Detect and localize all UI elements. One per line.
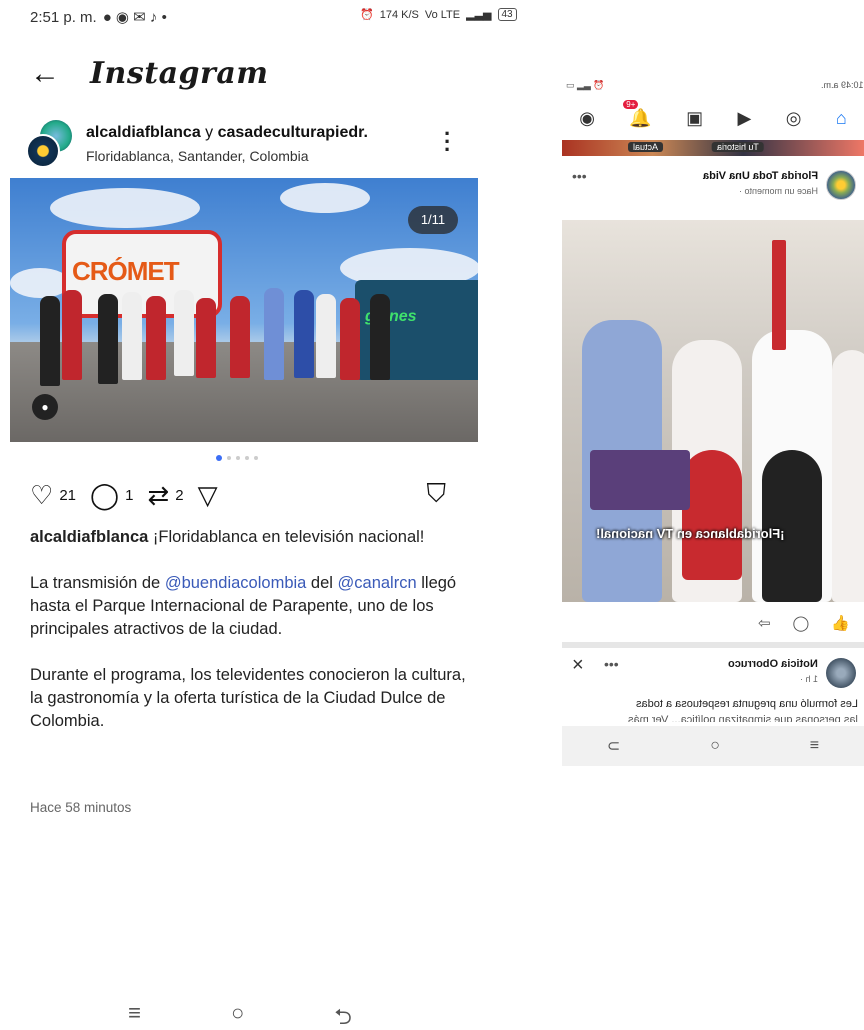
carousel-dot [236, 456, 240, 460]
repost-count: 2 [175, 486, 184, 504]
close-icon[interactable]: × [572, 654, 584, 677]
post-image[interactable]: CRÓMET gíones 1/11 ● [10, 178, 478, 442]
fb-post2-author[interactable]: Noticia Oborruco [728, 658, 818, 670]
feed-divider [562, 642, 864, 648]
mirrored-phone-screenshot: ▭ ▂▃ ⏰ 10:49 a.m. ◉ 🔔 9+ ▣ ▶ ◎ ⌂ Tu histo… [562, 76, 864, 766]
avatar-tab-icon[interactable]: ◉ [579, 108, 595, 129]
story-label-2[interactable]: Actual [628, 142, 664, 152]
author-link-secondary[interactable]: casadeculturapiedr. [218, 124, 368, 141]
post-actions: ♡ 21 ◯ 1 ⇄ 2 ▽ ⛉ [30, 480, 460, 510]
send-icon: ▽ [197, 480, 218, 510]
comment-icon[interactable]: ◯ [793, 614, 810, 632]
system-nav-bar: ≡ ○ ⮌ [0, 1000, 480, 1030]
fb-post-time: Hace un momento · [738, 186, 818, 196]
caption-p2-mid: del [306, 574, 338, 592]
post-caption: alcaldiafblanca ¡Floridablanca en televi… [30, 526, 470, 733]
home-icon[interactable]: ○ [710, 737, 720, 755]
status-bar-right: ⏰ 174 K/S Vo LTE ▂▃▅ 43 [360, 8, 517, 21]
video-icon[interactable]: ▶ [738, 108, 752, 129]
back-icon[interactable]: ⊂ [607, 736, 620, 756]
avatar[interactable] [26, 120, 74, 168]
save-button[interactable]: ⛉ [426, 480, 446, 506]
network-speed: 174 K/S [379, 8, 419, 21]
app-header: ← Instagram [30, 56, 269, 91]
more-vertical-icon[interactable]: · · · [444, 123, 451, 161]
fb-tab-bar: ◉ 🔔 9+ ▣ ▶ ◎ ⌂ [562, 98, 864, 138]
fb-post-author[interactable]: Florida Toda Una Vida [703, 170, 818, 182]
back-icon[interactable]: ⮌ [334, 1000, 352, 1030]
caption-author[interactable]: alcaldiafblanca [30, 528, 148, 546]
carousel-indicator [216, 455, 258, 461]
arrow-left-icon[interactable]: ← [30, 58, 60, 89]
notif-badge: 9+ [623, 99, 639, 109]
video-subtitle: ¡Floridablanca en TV nacional! [596, 526, 785, 541]
fb-post2-time: 1 h · [799, 674, 818, 684]
author-link-primary[interactable]: alcaldiafblanca [86, 124, 201, 141]
rp-status-bar: ▭ ▂▃ ⏰ 10:49 a.m. [566, 80, 864, 91]
authors-joiner: y [200, 124, 218, 141]
mention-link-buendiacolombia[interactable]: @buendiacolombia [165, 574, 307, 592]
comment-icon: ◯ [90, 480, 120, 510]
caption-p2-pre: La transmisión de [30, 574, 165, 592]
carousel-dot [245, 456, 249, 460]
fb-post2-header: × ••• Noticia Oborruco 1 h · [562, 654, 864, 694]
fb-reaction-bar: ⇦ ◯ 👍 [562, 614, 864, 632]
carousel-dot-active [216, 455, 222, 461]
more-horizontal-icon[interactable]: ••• [604, 656, 619, 672]
avatar[interactable] [826, 170, 856, 200]
post-timestamp: Hace 58 minutos [30, 800, 132, 815]
post-authors: alcaldiafblanca y casadeculturapiedr. [86, 124, 368, 142]
more-horizontal-icon[interactable]: ••• [572, 168, 587, 184]
post-location[interactable]: Floridablanca, Santander, Colombia [86, 148, 309, 164]
notification-icons: ● ◉ ✉ ♪ • [102, 9, 167, 26]
home-icon[interactable]: ⌂ [836, 108, 847, 129]
recent-apps-icon[interactable]: ≡ [128, 1000, 141, 1030]
lte-indicator: Vo LTE [424, 8, 461, 21]
mention-link-canalrcn[interactable]: @canalrcn [338, 574, 417, 592]
notifications-icon[interactable]: 🔔 9+ [623, 99, 652, 129]
page-title: Instagram [90, 56, 269, 91]
battery-indicator: 43 [497, 8, 517, 21]
groups-icon[interactable]: ◎ [786, 108, 802, 129]
caption-text-1: ¡Floridablanca en televisión nacional! [148, 528, 425, 546]
caption-paragraph-1: alcaldiafblanca ¡Floridablanca en televi… [30, 526, 470, 549]
user-tag-icon[interactable]: ● [32, 394, 58, 420]
post-header: alcaldiafblanca y casadeculturapiedr. Fl… [26, 120, 466, 168]
fb-post-header: ••• Florida Toda Una Vida Hace un moment… [562, 166, 864, 206]
like-button[interactable]: ♡ 21 [30, 482, 76, 508]
heart-icon: ♡ [30, 480, 54, 510]
share-button[interactable]: ▽ [198, 482, 218, 508]
caption-paragraph-2: La transmisión de @buendiacolombia del @… [30, 572, 470, 641]
rp-status-time: 10:49 a.m. [821, 80, 864, 90]
caption-paragraph-3: Durante el programa, los televidentes co… [30, 666, 466, 730]
status-time: 2:51 p. m. [30, 8, 97, 26]
rp-status-icons: ▭ ▂▃ ⏰ [566, 80, 605, 90]
carousel-dot [227, 456, 231, 460]
status-bar-left: 2:51 p. m. ● ◉ ✉ ♪ • [30, 8, 167, 27]
signal-icon: ▂▃▅ [466, 9, 492, 21]
marketplace-icon[interactable]: ▣ [686, 108, 703, 129]
alarm-icon: ⏰ [360, 9, 374, 21]
story-label-1[interactable]: Tu historia [712, 142, 764, 152]
carousel-counter: 1/11 [408, 206, 458, 234]
repost-button[interactable]: ⇄ 2 [147, 482, 183, 508]
avatar-primary [26, 134, 60, 168]
like-count: 21 [59, 486, 76, 504]
fb-post2-text-more[interactable]: las personas que simpatizan política... … [628, 714, 858, 722]
avatar[interactable] [826, 658, 856, 688]
balloon-text: CRÓMET [72, 256, 180, 286]
bookmark-icon: ⛉ [426, 478, 446, 508]
share-icon[interactable]: ⇦ [758, 614, 771, 632]
carousel-dot [254, 456, 258, 460]
comment-count: 1 [125, 486, 134, 504]
like-icon[interactable]: 👍 [831, 614, 850, 632]
repost-icon: ⇄ [147, 480, 170, 510]
home-icon[interactable]: ○ [231, 1000, 244, 1030]
comment-button[interactable]: ◯ 1 [90, 482, 133, 508]
fb-video[interactable]: ¡Floridablanca en TV nacional! [562, 220, 864, 602]
rp-system-nav: ⊂ ○ ≡ [562, 726, 864, 766]
fb-post2-text: Les formuló una pregunta respetuosa a to… [636, 698, 858, 710]
recent-apps-icon[interactable]: ≡ [810, 737, 819, 755]
